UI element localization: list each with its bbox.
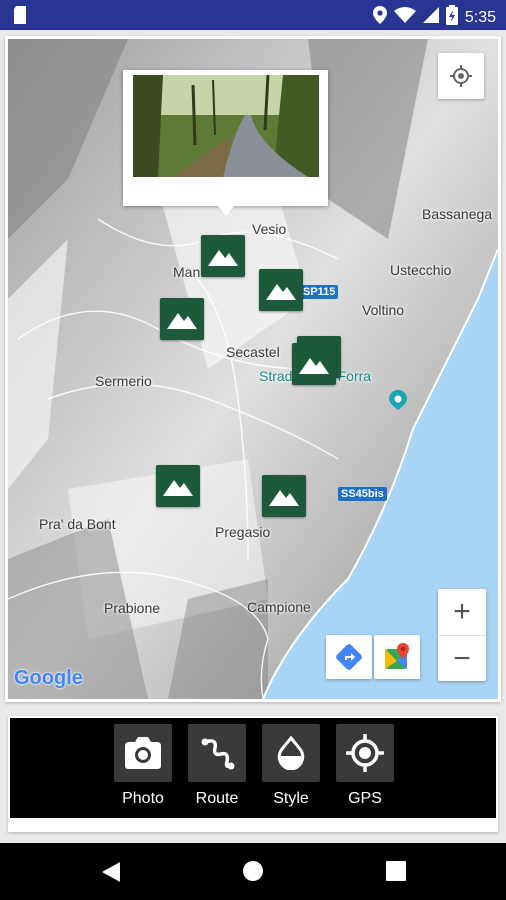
my-location-button[interactable] [438, 53, 484, 99]
directions-button[interactable] [326, 635, 372, 679]
place-label: Bassanega [422, 206, 493, 222]
photo-popup[interactable] [123, 70, 328, 216]
google-logo: Google [14, 667, 83, 689]
mountain-icon [266, 284, 296, 300]
place-label: Sermerio [95, 373, 152, 389]
gps-icon [346, 734, 384, 772]
photo-marker[interactable] [156, 465, 200, 507]
bottom-toolbar: Photo Route Style GPS [10, 718, 496, 818]
back-button[interactable] [101, 861, 121, 888]
back-icon [102, 862, 120, 882]
mountain-icon [163, 480, 193, 496]
mountain-icon [208, 250, 238, 266]
place-label: Vesio [252, 221, 287, 237]
drop-icon [277, 736, 305, 770]
zoom-controls: + − [438, 589, 486, 681]
gps-button[interactable]: GPS [333, 724, 397, 808]
camera-icon [125, 737, 161, 769]
recents-icon [386, 861, 406, 881]
crosshair-icon [450, 65, 472, 87]
toolbar-card: Photo Route Style GPS [8, 716, 498, 832]
google-maps-icon [385, 643, 409, 669]
status-bar: 5:35 [0, 0, 506, 30]
map-card: Vesio Bassanega Mandes Ustecchio Voltino… [5, 36, 501, 702]
place-label: Pra' da Bont [39, 516, 116, 532]
place-label: Campione [247, 599, 311, 615]
photo-button[interactable]: Photo [111, 724, 175, 808]
poi-marker-icon[interactable] [389, 390, 407, 415]
home-button[interactable] [242, 860, 264, 887]
photo-marker[interactable] [292, 343, 336, 385]
clock: 5:35 [464, 8, 496, 26]
place-label: Pregasio [215, 524, 271, 540]
route-icon [201, 738, 235, 770]
place-label: Secastel [226, 344, 280, 360]
recents-button[interactable] [386, 861, 406, 886]
sd-card-icon [12, 6, 28, 29]
road-shield: SS45bis [338, 487, 387, 501]
style-label: Style [273, 790, 309, 807]
style-button[interactable]: Style [259, 724, 323, 808]
home-icon [243, 861, 263, 881]
popup-pointer [218, 206, 234, 216]
gps-label: GPS [348, 790, 382, 807]
photo-marker[interactable] [160, 298, 204, 340]
wifi-icon [393, 7, 416, 28]
photo-marker[interactable] [259, 269, 303, 311]
mountain-icon [269, 490, 299, 506]
zoom-in-button[interactable]: + [438, 589, 486, 636]
photo-marker[interactable] [262, 475, 306, 517]
map-view[interactable]: Vesio Bassanega Mandes Ustecchio Voltino… [8, 39, 498, 699]
signal-icon [422, 7, 439, 28]
mountain-icon [299, 358, 329, 374]
mountain-icon [167, 313, 197, 329]
route-button[interactable]: Route [185, 724, 249, 808]
location-icon [372, 6, 387, 29]
road-shield: SP115 [300, 285, 339, 299]
route-label: Route [195, 790, 239, 807]
zoom-out-button[interactable]: − [438, 636, 486, 682]
open-in-maps-button[interactable] [374, 635, 420, 679]
place-label: Prabione [104, 600, 161, 616]
photo-thumbnail[interactable] [133, 75, 319, 177]
directions-icon [336, 644, 362, 670]
photo-label: Photo [122, 790, 164, 807]
place-label: Voltino [362, 302, 405, 318]
photo-marker[interactable] [201, 235, 245, 277]
place-label: Ustecchio [390, 262, 452, 278]
navigation-bar [0, 843, 506, 900]
battery-icon [445, 5, 458, 30]
